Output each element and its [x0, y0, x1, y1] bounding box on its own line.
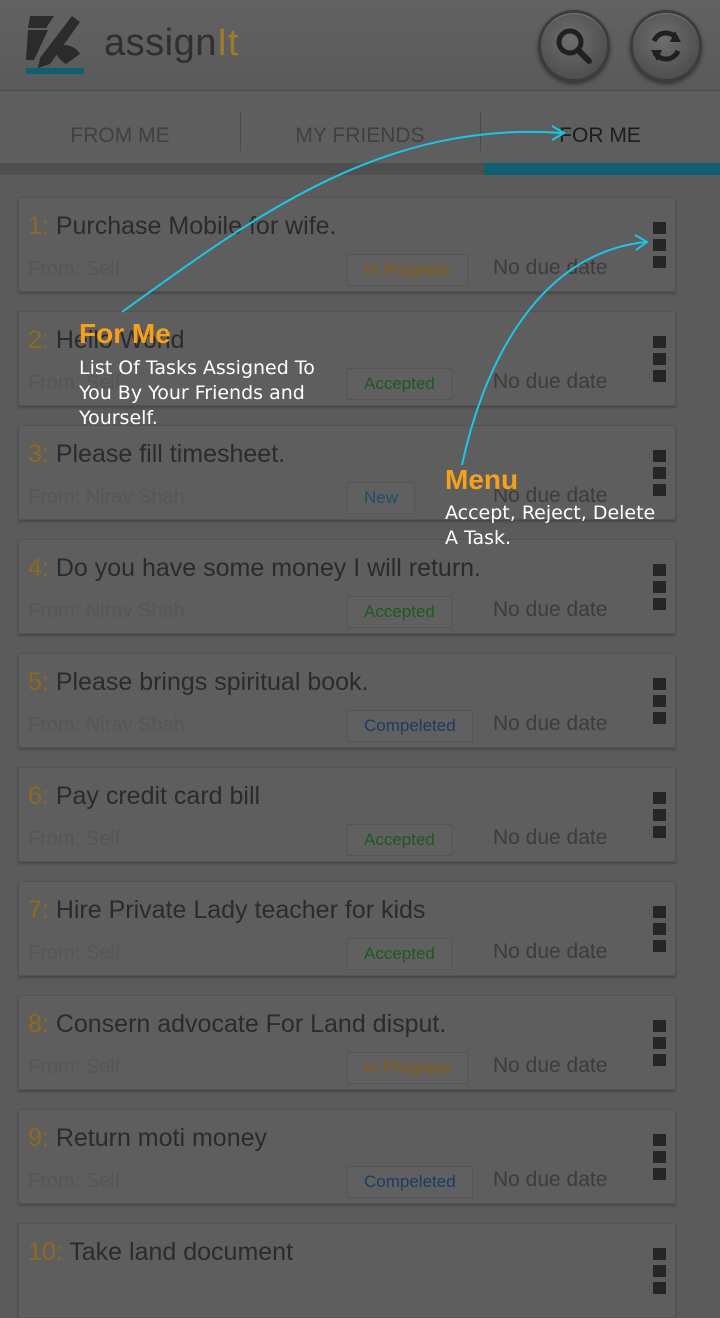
task-menu-icon[interactable]	[653, 1020, 666, 1066]
search-icon	[556, 28, 592, 64]
task-title-text: Please fill timesheet.	[55, 440, 286, 468]
task-title: 1: Purchase Mobile for wife.	[28, 212, 337, 241]
app-toolbar: assignIt	[0, 0, 720, 91]
task-title-text: Return moti money	[55, 1124, 268, 1152]
status-badge: In Progress	[347, 254, 468, 286]
task-menu-icon[interactable]	[653, 564, 666, 610]
status-badge: Compeleted	[347, 710, 473, 742]
task-title-text: Do you have some money I will return.	[55, 554, 481, 582]
task-title-text: Take land document	[69, 1238, 294, 1266]
task-title: 7: Hire Private Lady teacher for kids	[28, 896, 425, 925]
tab-bar: FROM ME MY FRIENDS FOR ME	[0, 91, 720, 164]
coach-for-me-title: For Me	[79, 318, 171, 349]
task-due-date: No due date	[493, 1168, 608, 1191]
task-card[interactable]: 9: Return moti money From: Self Compelet…	[18, 1109, 676, 1204]
task-from: From: Self	[28, 942, 121, 964]
task-title: 8: Consern advocate For Land disput.	[28, 1010, 446, 1039]
refresh-button[interactable]	[630, 10, 702, 82]
tab-from-me[interactable]: FROM ME	[0, 91, 240, 163]
status-badge: Accepted	[347, 938, 452, 970]
task-menu-icon[interactable]	[653, 222, 666, 268]
search-button[interactable]	[538, 10, 610, 82]
task-number: 10:	[28, 1238, 63, 1266]
task-number: 9:	[28, 1124, 49, 1152]
task-card[interactable]: 6: Pay credit card bill From: Self Accep…	[18, 767, 676, 862]
task-due-date: No due date	[493, 712, 608, 735]
coach-menu-description: Accept, Reject, Delete A Task.	[445, 502, 656, 549]
task-title-text: Purchase Mobile for wife.	[55, 212, 337, 240]
task-due-date: No due date	[493, 370, 608, 393]
task-number: 6:	[28, 782, 49, 810]
task-menu-icon[interactable]	[653, 906, 666, 952]
task-title: 3: Please fill timesheet.	[28, 440, 285, 469]
task-due-date: No due date	[493, 1054, 608, 1077]
task-menu-icon[interactable]	[653, 792, 666, 838]
task-title: 4: Do you have some money I will return.	[28, 554, 481, 583]
task-menu-icon[interactable]	[653, 1134, 666, 1180]
task-card[interactable]: 5: Please brings spiritual book. From: N…	[18, 653, 676, 748]
task-number: 5:	[28, 668, 49, 696]
app-title: assignIt	[104, 22, 239, 64]
task-title: 5: Please brings spiritual book.	[28, 668, 368, 697]
status-badge: Compeleted	[347, 1166, 473, 1198]
task-from: From: Nirav Shah	[28, 714, 185, 736]
task-card[interactable]: 7: Hire Private Lady teacher for kids Fr…	[18, 881, 676, 976]
task-from: From: Nirav Shah	[28, 600, 185, 622]
task-due-date: No due date	[493, 940, 608, 963]
tab-selected-indicator	[484, 163, 720, 175]
task-from: From: Nirav Shah	[28, 486, 185, 508]
task-due-date: No due date	[493, 256, 608, 279]
task-title-text: Pay credit card bill	[55, 782, 261, 810]
task-title: 10: Take land document	[28, 1238, 293, 1267]
task-title: 6: Pay credit card bill	[28, 782, 260, 811]
app-logo-icon	[26, 16, 84, 74]
status-badge: Accepted	[347, 824, 452, 856]
tab-my-friends[interactable]: MY FRIENDS	[240, 91, 480, 163]
status-badge: New	[347, 482, 416, 514]
task-menu-icon[interactable]	[653, 678, 666, 724]
task-menu-icon[interactable]	[653, 1248, 666, 1294]
status-badge: Accepted	[347, 368, 452, 400]
coach-menu-title: Menu	[445, 464, 519, 495]
status-badge: In Progress	[347, 1052, 468, 1084]
task-menu-icon[interactable]	[653, 336, 666, 382]
task-title-text: Consern advocate For Land disput.	[55, 1010, 447, 1038]
task-number: 3:	[28, 440, 49, 468]
task-title-text: Hire Private Lady teacher for kids	[55, 896, 426, 924]
status-badge: Accepted	[347, 596, 452, 628]
task-card[interactable]: 1: Purchase Mobile for wife. From: Self …	[18, 197, 676, 292]
task-card[interactable]: 4: Do you have some money I will return.…	[18, 539, 676, 634]
task-from: From: Self	[28, 1170, 121, 1192]
task-number: 1:	[28, 212, 49, 240]
task-number: 2:	[28, 326, 49, 354]
tab-for-me[interactable]: FOR ME	[480, 91, 720, 163]
task-card[interactable]: 8: Consern advocate For Land disput. Fro…	[18, 995, 676, 1090]
task-title-text: Please brings spiritual book.	[55, 668, 369, 696]
task-title: 9: Return moti money	[28, 1124, 267, 1153]
task-number: 4:	[28, 554, 49, 582]
refresh-icon	[651, 30, 681, 62]
task-number: 7:	[28, 896, 49, 924]
coach-for-me-description: List Of Tasks Assigned To You By Your Fr…	[79, 357, 315, 429]
task-menu-icon[interactable]	[653, 450, 666, 496]
task-number: 8:	[28, 1010, 49, 1038]
task-from: From: Self	[28, 1056, 121, 1078]
task-due-date: No due date	[493, 826, 608, 849]
task-due-date: No due date	[493, 598, 608, 621]
task-from: From: Self	[28, 258, 121, 280]
task-from: From: Self	[28, 828, 121, 850]
task-card[interactable]: 10: Take land document	[18, 1223, 676, 1318]
